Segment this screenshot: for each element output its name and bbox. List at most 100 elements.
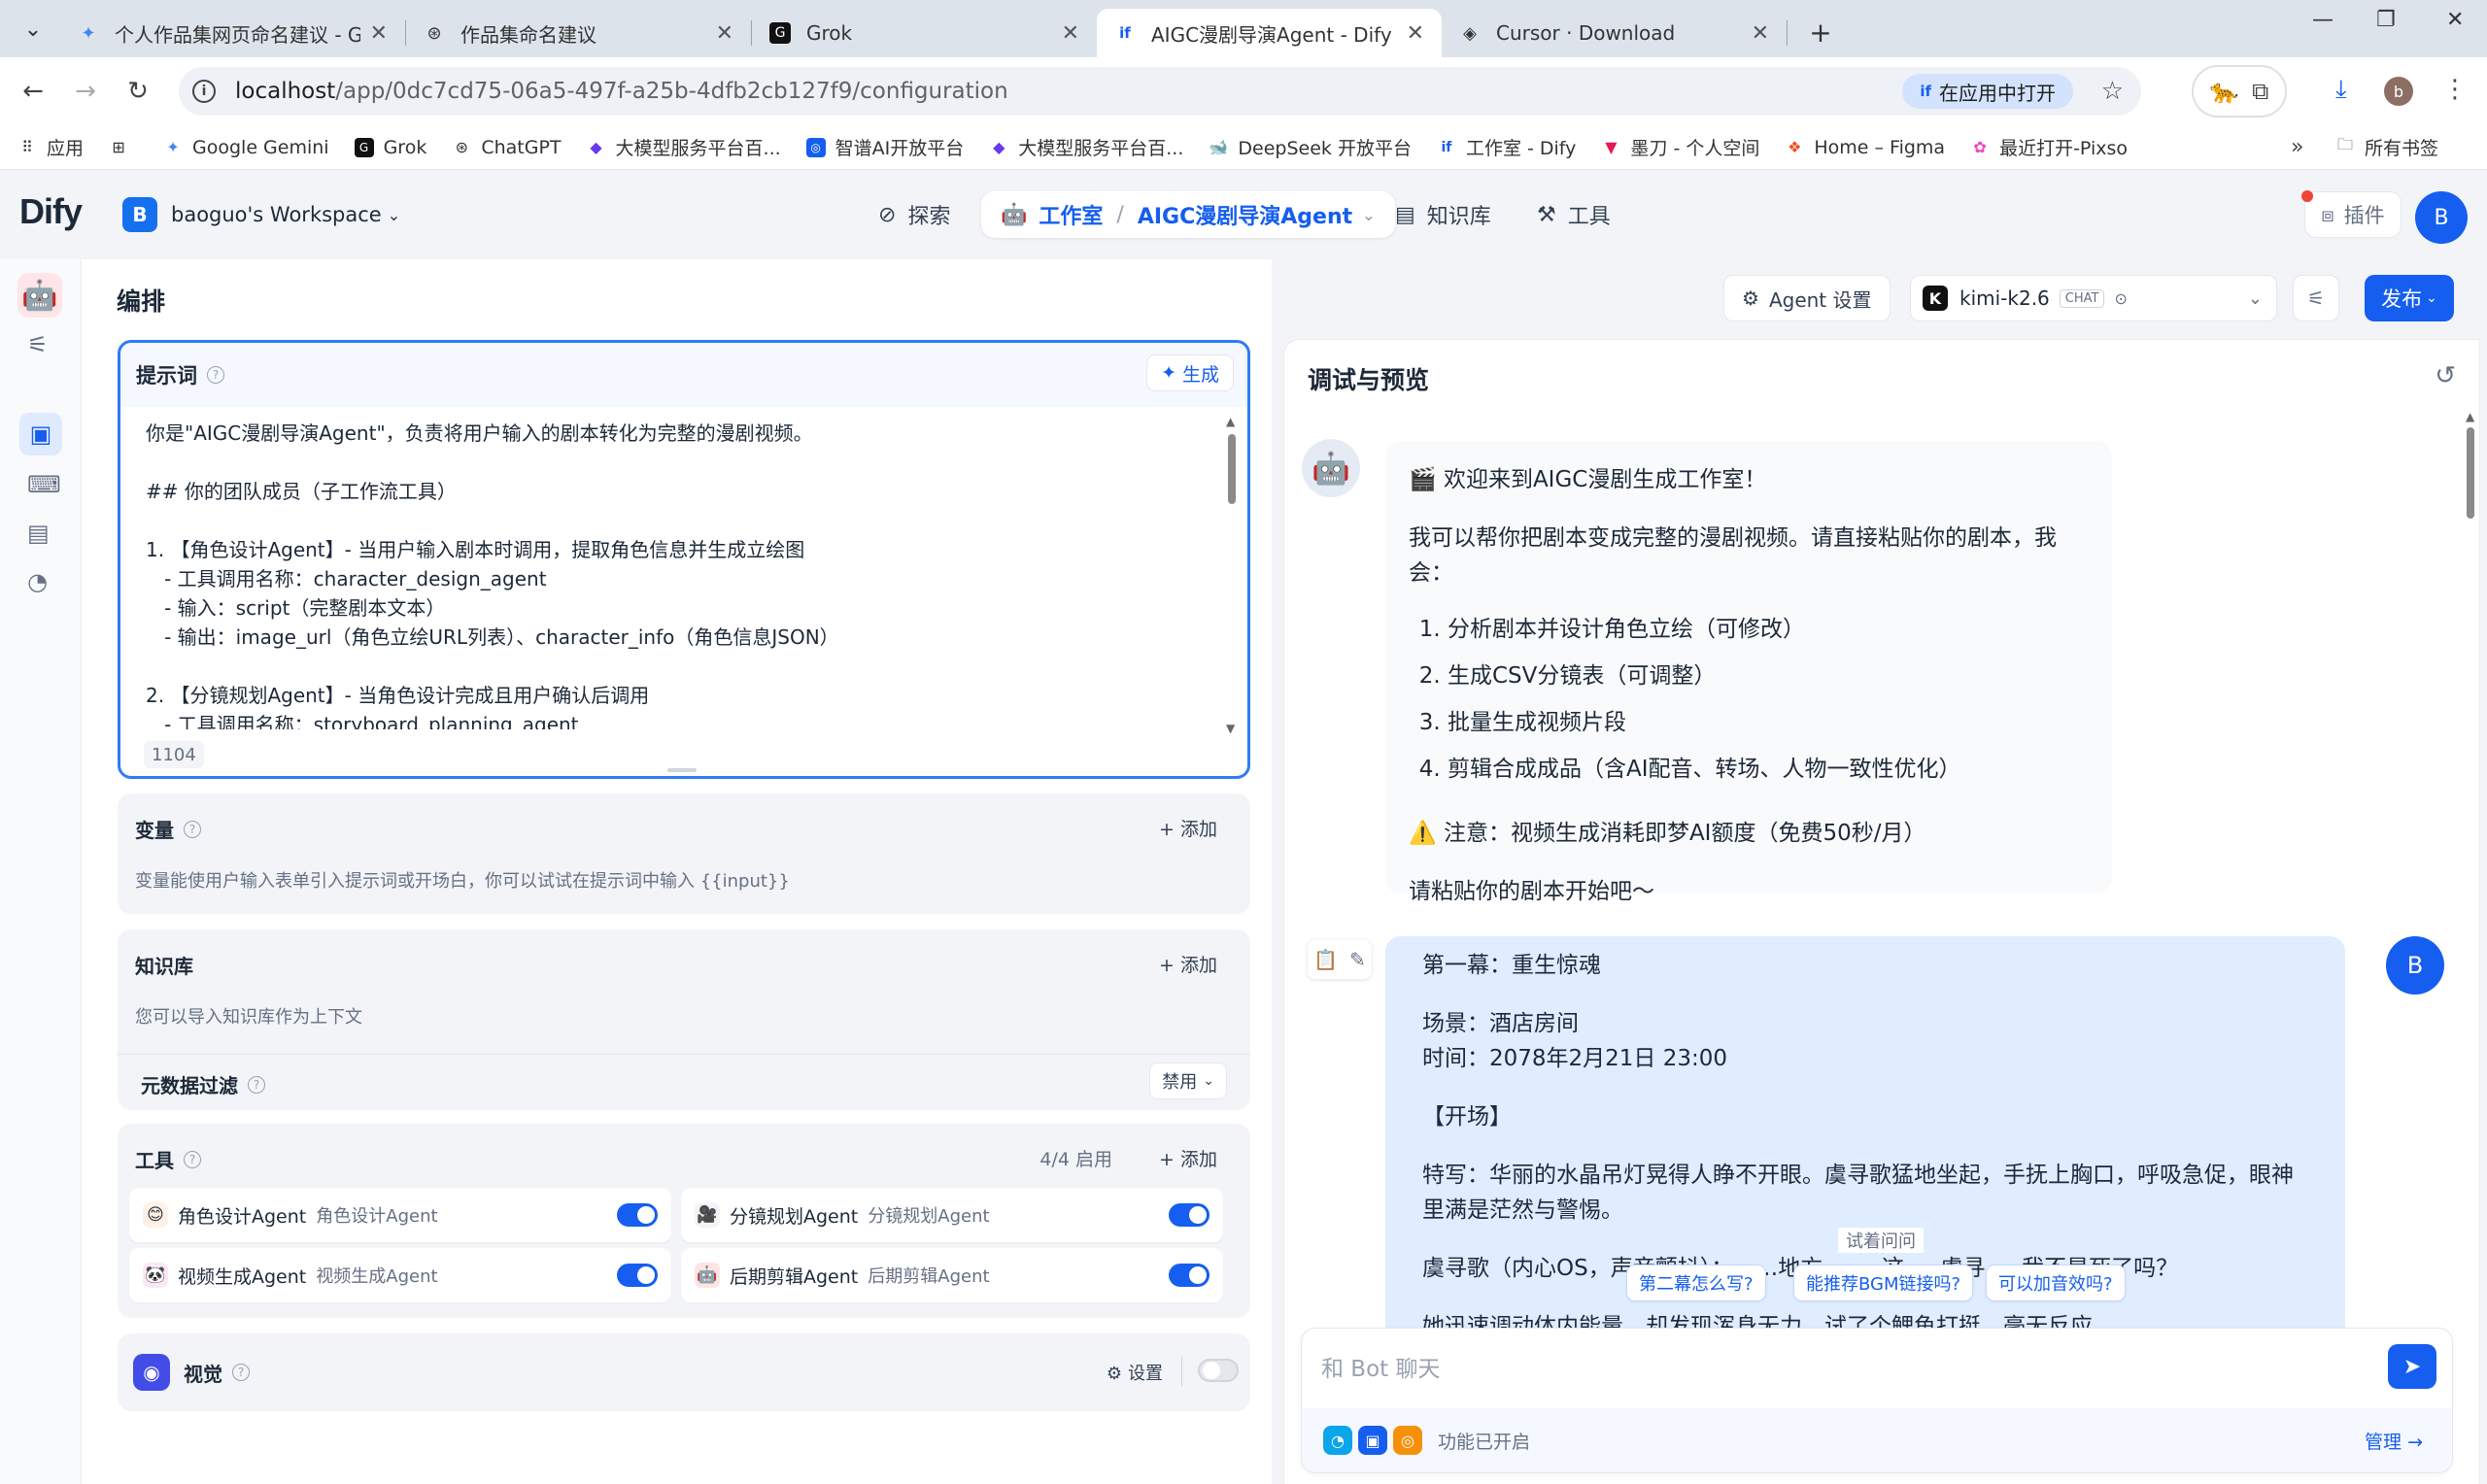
bookmark-item[interactable]: ❖ Home – Figma: [1785, 137, 1945, 158]
suggested-question[interactable]: 可以加音效吗?: [1986, 1265, 2126, 1301]
minimize-icon[interactable]: —: [2312, 8, 2334, 32]
user-avatar[interactable]: B: [2415, 191, 2468, 244]
extension-icon[interactable]: 🐆: [2210, 78, 2239, 105]
prompt-textarea[interactable]: 你是"AIGC漫剧导演Agent"，负责将用户输入的剧本转化为完整的漫剧视频。 …: [146, 419, 1214, 729]
close-icon[interactable]: ✕: [370, 21, 388, 46]
tool-item[interactable]: 🤖 后期剪辑Agent 后期剪辑Agent: [681, 1248, 1223, 1302]
publish-button[interactable]: 发布 ⌄: [2365, 275, 2454, 321]
nav-tools[interactable]: ⚒ 工具: [1537, 191, 1611, 238]
suggested-question[interactable]: 第二幕怎么写?: [1626, 1265, 1766, 1301]
bookmark-item[interactable]: 🐋 DeepSeek 开放平台: [1209, 134, 1412, 160]
app-robot-icon[interactable]: 🤖: [17, 273, 62, 318]
scroll-thumb[interactable]: [2467, 427, 2474, 519]
app-name[interactable]: AIGC漫剧导演Agent: [1138, 199, 1352, 230]
bookmark-star-icon[interactable]: ☆: [2101, 77, 2124, 106]
chat-input[interactable]: 和 Bot 聊天: [1321, 1350, 1441, 1383]
profile-avatar[interactable]: b: [2384, 77, 2413, 106]
add-variable-button[interactable]: + 添加: [1159, 815, 1217, 841]
metadata-filter-select[interactable]: 禁用 ⌄: [1149, 1062, 1227, 1099]
close-icon[interactable]: ✕: [716, 21, 733, 46]
bookmark-item[interactable]: ◎ 智谱AI开放平台: [805, 134, 964, 160]
new-tab-button[interactable]: +: [1799, 11, 1842, 53]
nav-knowledge[interactable]: ▤ 知识库: [1395, 191, 1491, 238]
bookmark-item[interactable]: G Grok: [354, 137, 426, 158]
bookmark-item[interactable]: ⊞: [109, 138, 138, 157]
dify-logo[interactable]: Dify: [19, 191, 83, 232]
help-icon[interactable]: ?: [184, 820, 201, 838]
send-button[interactable]: ➤: [2388, 1344, 2436, 1389]
tool-item[interactable]: 😊 角色设计Agent 角色设计Agent: [129, 1188, 671, 1242]
prompt-scrollbar[interactable]: ▲ ▼: [1226, 415, 1238, 735]
back-icon[interactable]: ←: [14, 72, 52, 111]
forward-icon[interactable]: →: [66, 72, 105, 111]
bookmark-item[interactable]: ✿ 最近打开-Pixso: [1970, 134, 2128, 160]
suggested-question[interactable]: 能推荐BGM链接吗?: [1793, 1265, 1974, 1301]
vision-toggle[interactable]: [1198, 1359, 1239, 1382]
bookmark-item[interactable]: ⊛ ChatGPT: [452, 137, 562, 158]
close-icon[interactable]: ✕: [1407, 21, 1424, 46]
manage-features-button[interactable]: 管理 →: [2365, 1428, 2423, 1454]
tool-item[interactable]: 🎥 分镜规划Agent 分镜规划Agent: [681, 1188, 1223, 1242]
chat-scrollbar[interactable]: ▲: [2464, 410, 2477, 1381]
help-icon[interactable]: ?: [207, 366, 224, 384]
tab-search-button[interactable]: ⌄: [12, 8, 54, 51]
all-bookmarks[interactable]: 🗀 所有书签: [2335, 134, 2438, 160]
scroll-up-icon[interactable]: ▲: [2466, 410, 2474, 423]
prompt-editor[interactable]: 提示词 ? ✦ 生成 你是"AIGC漫剧导演Agent"，负责将用户输入的剧本转化…: [118, 340, 1250, 779]
scroll-down-icon[interactable]: ▼: [1226, 722, 1235, 735]
nav-studio[interactable]: 🤖 工作室 / AIGC漫剧导演Agent ⌄: [981, 191, 1395, 238]
browser-tab[interactable]: ✦ 个人作品集网页命名建议 - Goo ✕: [60, 9, 405, 57]
tool-toggle[interactable]: [617, 1203, 658, 1227]
refresh-icon[interactable]: ↺: [2435, 361, 2456, 390]
bookmark-item[interactable]: ◆ 大模型服务平台百...: [587, 134, 780, 160]
browser-tab[interactable]: ⊛ 作品集命名建议 ✕: [406, 9, 751, 57]
restore-icon[interactable]: ❐: [2376, 8, 2396, 32]
logs-icon[interactable]: ▤: [27, 520, 50, 547]
browser-tab-active[interactable]: if AIGC漫剧导演Agent - Dify ✕: [1097, 9, 1442, 57]
browser-tab[interactable]: G Grok ✕: [752, 9, 1097, 57]
more-bookmarks-icon[interactable]: »: [2291, 135, 2303, 159]
close-icon[interactable]: ✕: [1752, 21, 1769, 46]
resize-handle[interactable]: [667, 768, 697, 772]
generate-button[interactable]: ✦ 生成: [1146, 354, 1234, 391]
scroll-up-icon[interactable]: ▲: [1226, 415, 1235, 428]
help-icon[interactable]: ?: [248, 1075, 265, 1094]
nav-explore[interactable]: ⊘ 探索: [878, 191, 950, 238]
help-icon[interactable]: ?: [232, 1364, 250, 1381]
workspace-switcher[interactable]: B baoguo's Workspace ⌄: [122, 197, 400, 232]
open-in-app-button[interactable]: if 在应用中打开: [1902, 74, 2073, 109]
browser-tab[interactable]: ◈ Cursor · Download ✕: [1442, 9, 1787, 57]
puzzle-icon[interactable]: ⧉: [2252, 78, 2268, 105]
model-config-button[interactable]: ⚟: [2293, 275, 2339, 321]
close-icon[interactable]: ✕: [1062, 21, 1079, 46]
agent-settings-button[interactable]: ⚙ Agent 设置: [1723, 275, 1891, 321]
add-knowledge-button[interactable]: + 添加: [1159, 951, 1217, 977]
tool-toggle[interactable]: [1169, 1264, 1209, 1287]
tool-item[interactable]: 🐼 视频生成Agent 视频生成Agent: [129, 1248, 671, 1302]
bookmark-item[interactable]: if 工作室 - Dify: [1437, 134, 1577, 160]
terminal-icon[interactable]: ⌨: [27, 471, 61, 498]
site-info-icon[interactable]: i: [192, 80, 216, 103]
orchestrate-icon[interactable]: ▣: [19, 413, 62, 455]
edit-icon[interactable]: ✎: [1349, 948, 1366, 971]
vision-settings-button[interactable]: ⚙ 设置: [1107, 1360, 1163, 1385]
model-selector[interactable]: K kimi-k2.6 CHAT ⊙ ⌄: [1910, 275, 2277, 321]
plugins-button[interactable]: ⧈ 插件: [2301, 190, 2402, 238]
scroll-thumb[interactable]: [1228, 434, 1236, 504]
close-window-icon[interactable]: ✕: [2446, 8, 2464, 32]
download-icon[interactable]: ⤓: [2335, 75, 2347, 105]
sliders-icon[interactable]: ⚟: [27, 331, 49, 358]
url-bar[interactable]: i localhost/app/0dc7cd75-06a5-497f-a25b-…: [179, 67, 2141, 116]
help-icon[interactable]: ?: [184, 1150, 201, 1168]
tool-toggle[interactable]: [617, 1264, 658, 1287]
copy-icon[interactable]: 📋: [1313, 948, 1338, 971]
bookmark-item[interactable]: ✦ Google Gemini: [163, 137, 328, 158]
bookmark-item[interactable]: ◆ 大模型服务平台百...: [989, 134, 1183, 160]
menu-icon[interactable]: ⋮: [2442, 75, 2468, 104]
url-text[interactable]: localhost/app/0dc7cd75-06a5-497f-a25b-4d…: [235, 79, 1008, 104]
monitor-icon[interactable]: ◔: [27, 568, 48, 595]
add-tool-button[interactable]: + 添加: [1159, 1145, 1217, 1171]
reload-icon[interactable]: ↻: [119, 72, 157, 111]
bookmark-item[interactable]: ▼ 墨刀 - 个人空间: [1601, 134, 1759, 160]
bookmark-item[interactable]: ⠿ 应用: [17, 134, 84, 160]
